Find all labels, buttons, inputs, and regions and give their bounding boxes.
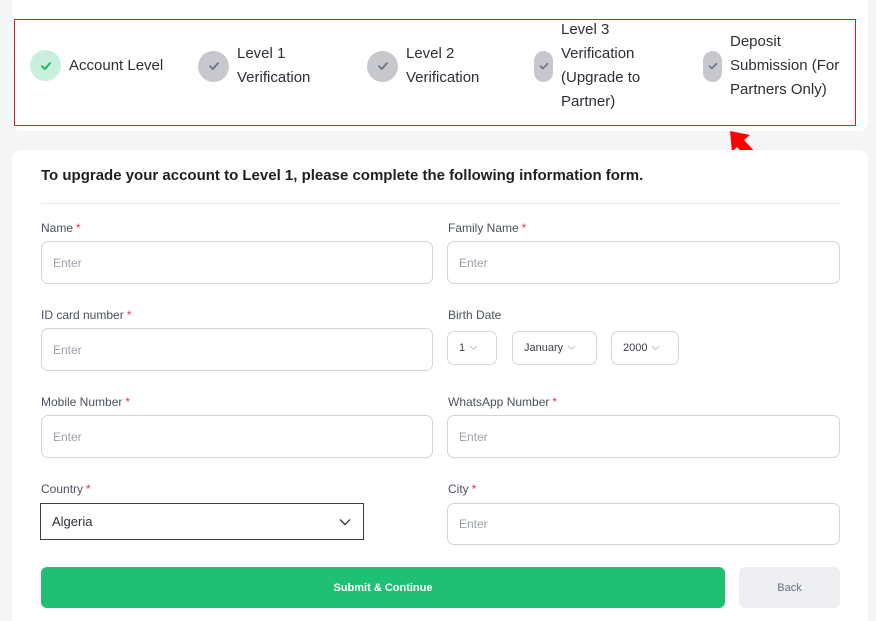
step-level-2: Level 2 Verification — [367, 42, 479, 90]
label-text: Name — [41, 221, 74, 235]
required-mark: * — [126, 308, 132, 322]
step-account-level: Account Level — [30, 50, 163, 81]
whatsapp-number-input[interactable] — [447, 415, 840, 458]
step-label-line: Level 3 — [561, 21, 610, 38]
step-label: Level 2 Verification — [406, 42, 479, 90]
id-card-label: ID card number * — [41, 308, 131, 322]
step-deposit-submission: Deposit Submission (For Partners Only) — [703, 30, 839, 102]
city-label: City * — [448, 482, 476, 496]
required-mark: * — [521, 221, 527, 235]
step-level-1: Level 1 Verification — [198, 42, 310, 90]
check-icon — [367, 50, 398, 82]
required-mark: * — [125, 395, 131, 409]
select-value: 2000 — [623, 342, 648, 354]
name-input[interactable] — [41, 241, 433, 284]
required-mark: * — [552, 395, 558, 409]
chevron-down-icon — [469, 345, 478, 351]
step-label-line: Account Level — [69, 56, 164, 74]
required-mark: * — [76, 221, 81, 235]
step-label-line: Verification — [561, 45, 635, 62]
step-label: Level 3 Verification (Upgrade to Partner… — [561, 18, 640, 114]
birth-day-select[interactable]: 1 — [447, 331, 497, 365]
step-label: Account Level — [69, 54, 163, 78]
step-label-line: Partners Only) — [730, 81, 827, 98]
label-text: City — [448, 482, 469, 496]
step-label-line: Deposit — [730, 33, 781, 50]
step-label-line: Partner) — [561, 93, 616, 110]
whatsapp-number-label: WhatsApp Number * — [448, 395, 557, 409]
chevron-down-icon — [339, 519, 351, 526]
id-card-input[interactable] — [41, 328, 433, 371]
name-label: Name * — [41, 221, 81, 235]
divider — [41, 203, 840, 204]
select-value: 1 — [459, 342, 466, 354]
label-text: Birth Date — [448, 308, 502, 322]
chevron-down-icon — [567, 345, 576, 351]
step-label-line: Level 2 — [406, 45, 455, 62]
step-label-line: Level 1 — [237, 45, 286, 62]
family-name-input[interactable] — [447, 241, 840, 284]
check-icon — [534, 50, 553, 82]
step-label: Deposit Submission (For Partners Only) — [730, 30, 839, 102]
family-name-label: Family Name * — [448, 221, 526, 235]
step-level-3: Level 3 Verification (Upgrade to Partner… — [534, 18, 640, 114]
select-value: January — [524, 342, 564, 354]
birth-year-select[interactable]: 2000 — [611, 331, 679, 365]
submit-continue-button[interactable]: Submit & Continue — [41, 567, 725, 608]
step-label-line: Verification — [237, 69, 311, 86]
chevron-down-icon — [652, 345, 660, 351]
city-input[interactable] — [447, 503, 840, 545]
label-text: Mobile Number — [41, 395, 123, 409]
required-mark: * — [86, 482, 91, 496]
label-text: Country — [41, 482, 84, 496]
select-value: Algeria — [52, 514, 93, 529]
form-title: To upgrade your account to Level 1, plea… — [41, 167, 644, 184]
birth-month-select[interactable]: January — [512, 331, 597, 365]
check-icon — [703, 50, 722, 82]
label-text: ID card number — [41, 308, 124, 322]
country-select[interactable]: Algeria — [40, 503, 364, 540]
country-label: Country * — [41, 482, 91, 496]
form-card — [12, 150, 868, 621]
step-label: Level 1 Verification — [237, 42, 310, 90]
back-button[interactable]: Back — [739, 567, 840, 608]
label-text: Family Name — [448, 221, 519, 235]
label-text: WhatsApp Number — [448, 395, 550, 409]
check-icon — [30, 50, 61, 81]
step-label-line: (Upgrade to — [561, 69, 641, 86]
step-label-line: Verification — [406, 69, 480, 86]
birth-date-label: Birth Date — [448, 308, 501, 322]
check-icon — [198, 50, 229, 82]
mobile-number-input[interactable] — [41, 415, 433, 458]
step-label-line: Submission (For — [730, 57, 840, 74]
required-mark: * — [471, 482, 477, 496]
mobile-number-label: Mobile Number * — [41, 395, 130, 409]
